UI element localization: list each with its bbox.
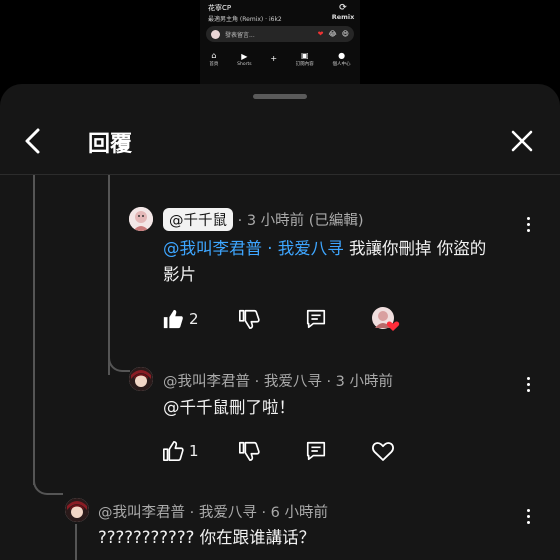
heart-emoji[interactable]: ❤: [318, 30, 324, 38]
remix-label: Remix: [331, 13, 355, 21]
comment-meta: · 3 小時前 (已編輯): [237, 213, 364, 229]
heart-button[interactable]: [371, 440, 395, 462]
thread-line: [108, 175, 110, 375]
close-button[interactable]: [505, 124, 539, 158]
thumbs-up-filled-icon: [163, 309, 183, 329]
thumbs-down-icon: [239, 441, 260, 461]
dislike-button[interactable]: [238, 440, 260, 462]
mention-link[interactable]: @我叫李君普 · 我爱八寻: [163, 239, 344, 258]
nav-profile[interactable]: ● 個人中心: [333, 51, 351, 67]
header-divider: [0, 174, 560, 175]
bottom-nav: ⌂ 首頁 ▶ Shorts + ▣ 訂閱內容 ● 個人中心: [200, 48, 360, 70]
video-subtitle: 最適男主角 (Remix) · i6k2: [208, 16, 282, 23]
avatar[interactable]: [129, 207, 153, 231]
drag-handle[interactable]: [253, 94, 307, 99]
reply-button[interactable]: [305, 440, 327, 462]
back-button[interactable]: [16, 124, 50, 158]
page-title: 回覆: [88, 132, 133, 157]
more-options-button[interactable]: [518, 502, 538, 530]
comment-input-bar[interactable]: 發表留言... ❤ 😂 😄: [206, 26, 354, 42]
like-button[interactable]: 1: [162, 440, 199, 462]
creator-heart-icon: [372, 307, 400, 331]
avatar-image: [65, 498, 89, 522]
thread-connector: [108, 354, 130, 372]
remix-icon: ⟳: [339, 3, 347, 13]
reply-button[interactable]: [305, 308, 327, 330]
plus-icon: +: [270, 54, 278, 63]
heart-icon: [372, 442, 394, 461]
avatar-image: [129, 207, 153, 231]
author-name[interactable]: @我叫李君普 · 我爱八寻: [98, 505, 257, 521]
video-title: 花寧CP: [208, 4, 232, 12]
thread-connector: [33, 479, 63, 495]
thread-line: [75, 524, 77, 560]
subscriptions-icon: ▣: [301, 51, 309, 60]
thumbs-down-icon: [239, 309, 260, 329]
comment-placeholder: 發表留言...: [225, 31, 255, 39]
home-icon: ⌂: [211, 51, 217, 60]
nav-create[interactable]: +: [270, 54, 277, 64]
more-options-button[interactable]: [518, 210, 538, 238]
sheet-header: 回覆: [0, 110, 560, 172]
chevron-left-icon: [25, 128, 40, 154]
profile-icon: ●: [338, 51, 346, 60]
nav-subscriptions[interactable]: ▣ 訂閱內容: [296, 51, 314, 67]
creator-heart-badge: [371, 306, 401, 334]
comment-meta: · 3 小時前: [326, 374, 393, 390]
nav-shorts[interactable]: ▶ Shorts: [237, 52, 251, 67]
like-count: 2: [189, 310, 199, 328]
thumbs-up-icon: [163, 441, 184, 461]
nav-home[interactable]: ⌂ 首頁: [209, 51, 218, 67]
avatar[interactable]: [129, 367, 153, 391]
like-count: 1: [189, 442, 199, 460]
laugh-emoji[interactable]: 😂: [329, 30, 337, 38]
comment-icon: [306, 309, 326, 329]
comment-text: @我叫李君普 · 我爱八寻 我讓你刪掉 你盜的 影片: [163, 239, 487, 284]
remix-button[interactable]: ⟳ Remix: [330, 3, 356, 21]
comment-header: @我叫李君普 · 我爱八寻 · 3 小時前: [163, 370, 393, 391]
comment-text: ??????????? 你在跟谁講话？: [98, 528, 316, 547]
thread-line: [33, 175, 35, 485]
comment-text: @千千鼠刪了啦！: [163, 398, 295, 417]
close-icon: [511, 130, 533, 152]
comment-icon: [306, 441, 326, 461]
more-options-button[interactable]: [518, 370, 538, 398]
dislike-button[interactable]: [238, 308, 260, 330]
avatar[interactable]: [65, 498, 89, 522]
author-name[interactable]: @我叫李君普 · 我爱八寻: [163, 374, 322, 390]
avatar-image: [129, 367, 153, 391]
author-chip[interactable]: @千千鼠: [163, 208, 233, 231]
background-video-strip: 花寧CP 最適男主角 (Remix) · i6k2 ⟳ Remix 發表留言..…: [200, 0, 360, 84]
replies-sheet: 回覆 @千千鼠 · 3 小時前 (已編輯) @我叫李君普 · 我爱八寻 我讓你刪…: [0, 84, 560, 560]
avatar: [211, 29, 220, 39]
comment-header: @我叫李君普 · 我爱八寻 · 6 小時前: [98, 501, 328, 522]
comment-meta: · 6 小時前: [261, 505, 328, 521]
like-button[interactable]: 2: [162, 308, 199, 330]
comment-header: @千千鼠 · 3 小時前 (已編輯): [163, 208, 364, 231]
shorts-icon: ▶: [241, 51, 248, 61]
smile-emoji[interactable]: 😄: [342, 30, 349, 38]
